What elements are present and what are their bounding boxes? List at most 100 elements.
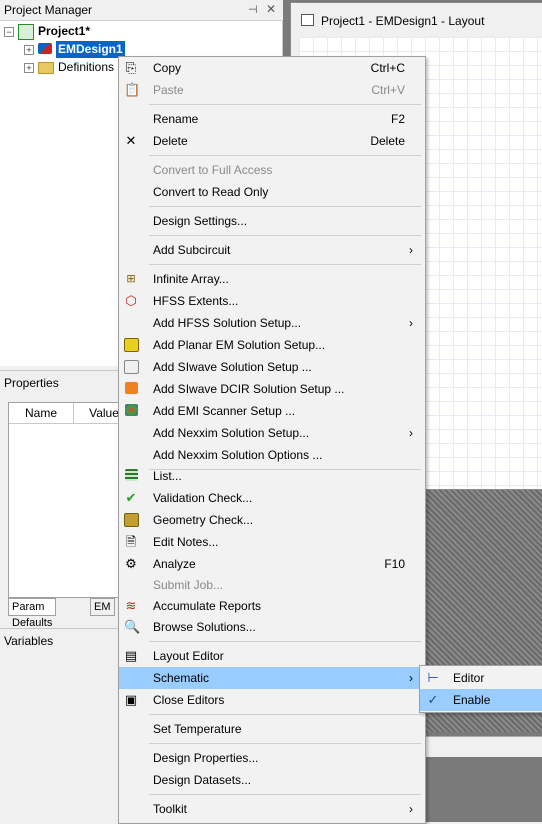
copy-icon: ⎘: [125, 60, 137, 75]
menu-item-copy[interactable]: ⎘ Copy Ctrl+C: [119, 57, 425, 79]
submenu-arrow-icon: ›: [409, 426, 413, 440]
tab-param-defaults[interactable]: Param Defaults: [8, 598, 57, 629]
tab-em[interactable]: EM: [90, 598, 115, 616]
layout-editor-icon: ▤: [124, 648, 138, 663]
menu-label: Toolkit: [153, 802, 188, 816]
menu-label: Convert to Full Access: [153, 163, 273, 177]
menu-label: Add Subcircuit: [153, 243, 231, 257]
menu-label: Design Settings...: [153, 214, 248, 228]
layout-window-title: Project1 - EMDesign1 - Layout: [321, 14, 485, 28]
siwave-dcir-icon: [124, 382, 138, 396]
menu-item-set-temperature[interactable]: Set Temperature: [119, 718, 425, 740]
lower-window-strip: [420, 736, 542, 757]
menu-shortcut: Ctrl+C: [370, 61, 405, 75]
project-name: Project1*: [38, 24, 91, 38]
em-design-icon: [38, 43, 52, 54]
menu-item-add-subcircuit[interactable]: Add Subcircuit ›: [119, 239, 425, 261]
project-manager-title: Project Manager: [4, 3, 93, 17]
menu-item-add-siwave-dcir-setup[interactable]: Add SIwave DCIR Solution Setup ...: [119, 378, 425, 400]
menu-label: Browse Solutions...: [153, 620, 256, 634]
project-icon: [18, 24, 34, 40]
menu-item-infinite-array[interactable]: ⊞ Infinite Array...: [119, 268, 425, 290]
menu-item-paste[interactable]: 📋 Paste Ctrl+V: [119, 79, 425, 101]
list-grid-icon: [124, 469, 138, 483]
window-icon: [301, 14, 314, 26]
menu-shortcut: Delete: [370, 134, 405, 148]
submenu-label: Editor: [453, 671, 485, 685]
menu-label: HFSS Extents...: [153, 294, 239, 308]
menu-separator: [149, 206, 421, 207]
expand-icon[interactable]: +: [24, 45, 34, 55]
project-manager-titlebar: Project Manager ⊣ ✕: [0, 0, 282, 21]
validation-check-icon: ✔: [125, 490, 137, 505]
submenu-item-enable[interactable]: ✓ Enable: [420, 689, 542, 711]
menu-item-submit-job[interactable]: Submit Job...: [119, 574, 425, 596]
schematic-submenu: ⊢ Editor ✓ Enable: [419, 665, 542, 713]
menu-item-convert-read-only[interactable]: Convert to Read Only: [119, 181, 425, 203]
menu-separator: [149, 743, 421, 744]
menu-label: Paste: [153, 83, 184, 97]
expand-icon[interactable]: +: [24, 63, 34, 73]
menu-separator: [149, 794, 421, 795]
submenu-arrow-icon: ›: [409, 671, 413, 685]
menu-separator: [149, 235, 421, 236]
menu-item-design-datasets[interactable]: Design Datasets...: [119, 769, 425, 791]
menu-item-design-settings[interactable]: Design Settings...: [119, 210, 425, 232]
menu-item-rename[interactable]: Rename F2: [119, 108, 425, 130]
collapse-icon[interactable]: −: [4, 27, 14, 37]
close-icon[interactable]: ✕: [266, 2, 276, 16]
menu-item-layout-editor[interactable]: ▤ Layout Editor: [119, 645, 425, 667]
menu-item-analyze[interactable]: ⚙ Analyze F10: [119, 553, 425, 575]
context-menu: ⎘ Copy Ctrl+C 📋 Paste Ctrl+V Rename F2 ✕…: [118, 56, 426, 824]
menu-label: Add SIwave DCIR Solution Setup ...: [153, 382, 345, 396]
menu-label: Edit Notes...: [153, 535, 219, 549]
menu-item-close-editors[interactable]: ▣ Close Editors: [119, 689, 425, 711]
menu-label: Add Planar EM Solution Setup...: [153, 338, 326, 352]
browse-solutions-icon: 🔍: [124, 619, 141, 634]
checkmark-icon: ✓: [427, 692, 439, 707]
submenu-item-editor[interactable]: ⊢ Editor: [420, 667, 542, 689]
menu-label: Design Datasets...: [153, 773, 252, 787]
menu-shortcut: F2: [390, 112, 405, 126]
menu-separator: [149, 264, 421, 265]
menu-item-delete[interactable]: ✕ Delete Delete: [119, 130, 425, 152]
menu-label: Schematic: [153, 671, 210, 685]
menu-label: Infinite Array...: [153, 272, 229, 286]
menu-label: Add SIwave Solution Setup ...: [153, 360, 312, 374]
menu-item-browse-solutions[interactable]: 🔍 Browse Solutions...: [119, 616, 425, 638]
menu-item-add-siwave-setup[interactable]: Add SIwave Solution Setup ...: [119, 356, 425, 378]
menu-label: Add Nexxim Solution Setup...: [153, 426, 310, 440]
menu-shortcut: Ctrl+V: [371, 83, 405, 97]
planar-em-icon: [124, 338, 139, 352]
menu-item-add-planar-em-setup[interactable]: Add Planar EM Solution Setup...: [119, 334, 425, 356]
menu-item-convert-full-access[interactable]: Convert to Full Access: [119, 159, 425, 181]
column-header-name[interactable]: Name: [9, 403, 74, 424]
menu-shortcut: F10: [384, 557, 405, 571]
menu-label: Add EMI Scanner Setup ...: [153, 404, 296, 418]
menu-item-validation-check[interactable]: ✔ Validation Check...: [119, 487, 425, 509]
menu-item-list[interactable]: List...: [119, 465, 425, 487]
menu-item-add-nexxim-options[interactable]: Add Nexxim Solution Options ...: [119, 444, 425, 466]
menu-item-accumulate-reports[interactable]: ≋ Accumulate Reports: [119, 595, 425, 617]
reports-icon: ≋: [125, 598, 137, 613]
schematic-editor-icon: ⊢: [427, 670, 439, 685]
menu-item-add-emi-scanner-setup[interactable]: Add EMI Scanner Setup ...: [119, 400, 425, 422]
menu-item-toolkit[interactable]: Toolkit ›: [119, 798, 425, 820]
menu-separator: [149, 104, 421, 105]
menu-label: Delete: [153, 134, 188, 148]
hfss-extents-icon: ⬡: [125, 293, 137, 308]
analyze-gear-icon: ⚙: [125, 556, 137, 571]
layout-window-titlebar[interactable]: Project1 - EMDesign1 - Layout: [291, 3, 542, 33]
menu-item-schematic[interactable]: Schematic ›: [119, 667, 425, 689]
menu-item-add-hfss-setup[interactable]: Add HFSS Solution Setup... ›: [119, 312, 425, 334]
menu-item-geometry-check[interactable]: Geometry Check...: [119, 509, 425, 531]
menu-item-add-nexxim-setup[interactable]: Add Nexxim Solution Setup... ›: [119, 422, 425, 444]
menu-item-design-properties[interactable]: Design Properties...: [119, 747, 425, 769]
pin-icon[interactable]: ⊣: [248, 3, 258, 16]
notes-icon: 🗎: [125, 534, 137, 549]
close-editors-icon: ▣: [124, 692, 138, 707]
submenu-arrow-icon: ›: [409, 243, 413, 257]
menu-label: List...: [153, 469, 182, 483]
menu-item-edit-notes[interactable]: 🗎 Edit Notes...: [119, 531, 425, 553]
menu-item-hfss-extents[interactable]: ⬡ HFSS Extents...: [119, 290, 425, 312]
